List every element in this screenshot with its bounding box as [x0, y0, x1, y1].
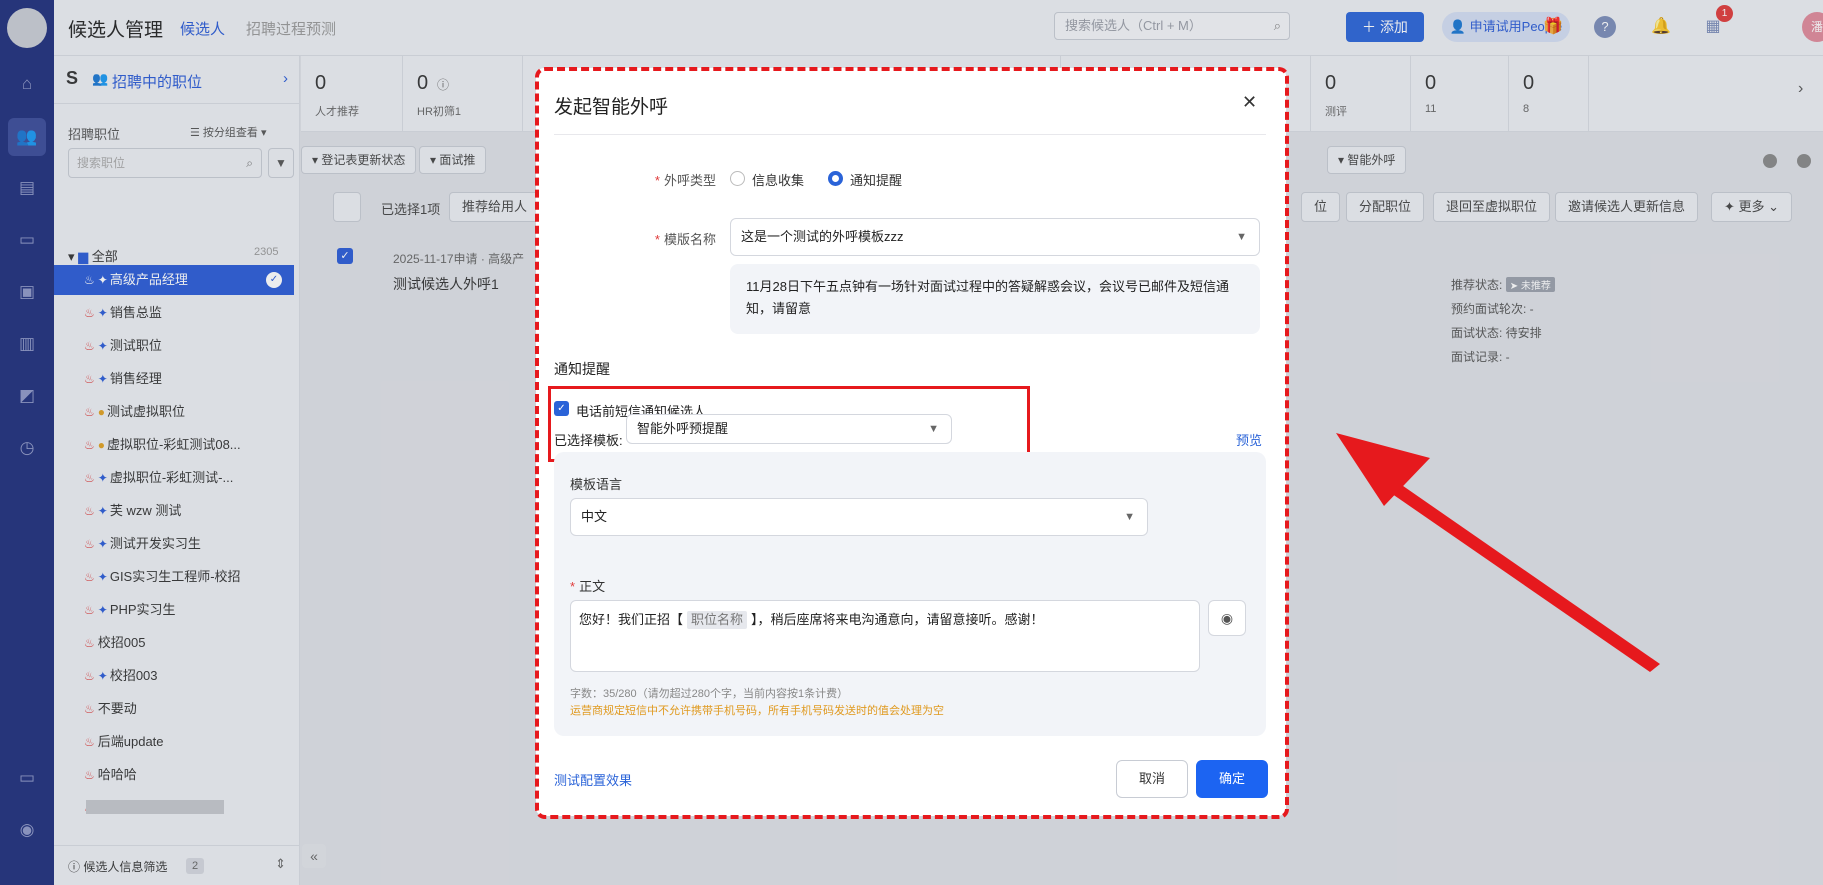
sms-template-select[interactable]: 智能外呼预提醒 ▼	[626, 414, 952, 444]
carrier-warning: 运营商规定短信中不允许携带手机号码，所有手机号码发送时的值会处理为空	[570, 705, 944, 717]
app-root: ⌂ 👥 ▤ ▭ ▣ ▥ ◩ ◷ ▭ ◉ 候选人管理 候选人 招聘过程预测 搜索候…	[0, 0, 1823, 885]
body-label: * 正文	[570, 576, 605, 595]
radio-circle	[828, 171, 843, 186]
body-text-after: 】，稍后座席将来电沟通意向，请留意接听。感谢！	[751, 612, 1044, 627]
caret-down-icon: ▼	[928, 423, 939, 435]
body-textarea[interactable]: 您好！我们正招【 职位名称 】，稍后座席将来电沟通意向，请留意接听。感谢！	[570, 600, 1200, 672]
template-name-label-text: 模版名称	[663, 232, 716, 247]
radio-info-collect-label: 信息收集	[752, 173, 805, 188]
template-language-label: 模板语言	[570, 477, 623, 492]
required-mark: *	[654, 232, 660, 247]
selected-template-label: 已选择模板:	[554, 433, 623, 448]
radio-circle	[730, 171, 745, 186]
radio-info-collect[interactable]: 信息收集	[730, 170, 804, 189]
call-type-label-text: 外呼类型	[663, 173, 716, 188]
position-name-chip[interactable]: 职位名称	[687, 611, 748, 629]
body-label-text: 正文	[579, 579, 606, 594]
modal-divider	[554, 134, 1266, 135]
required-mark: *	[654, 173, 660, 188]
char-count: 字数：35/280（请勿超过280个字，当前内容按1条计费）	[570, 688, 849, 700]
close-icon[interactable]: ✕	[1242, 92, 1257, 113]
modal-title: 发起智能外呼	[554, 97, 669, 118]
template-info-box: 11月28日下午五点钟有一场针对面试过程中的答疑解惑会议，会议号已邮件及短信通知…	[730, 264, 1260, 334]
template-language-value: 中文	[581, 509, 608, 524]
template-name-select[interactable]: 这是一个测试的外呼模板zzz ▼	[730, 218, 1260, 256]
radio-notify-label: 通知提醒	[850, 173, 903, 188]
eye-icon[interactable]: ◉	[1208, 600, 1246, 636]
body-text-before: 您好！我们正招【	[579, 612, 684, 627]
test-config-link[interactable]: 测试配置效果	[554, 770, 632, 789]
template-language-select[interactable]: 中文 ▼	[570, 498, 1148, 536]
smart-call-modal: 发起智能外呼 ✕ * 外呼类型 信息收集 通知提醒 * 模版名称 这是一个测试的外呼…	[536, 68, 1286, 816]
caret-down-icon: ▼	[1236, 231, 1247, 243]
sms-checkbox[interactable]: ✓	[554, 401, 569, 416]
sms-template-panel: 模板语言 中文 ▼ * 正文 您好！我们正招【 职位名称 】，稍后座席将来电沟通意向，请…	[554, 452, 1266, 736]
sms-template-value: 智能外呼预提醒	[637, 421, 729, 436]
required-mark: *	[570, 579, 576, 594]
call-type-label: * 外呼类型	[636, 170, 716, 189]
template-name-value: 这是一个测试的外呼模板zzz	[741, 229, 904, 244]
preview-link[interactable]: 预览	[1236, 430, 1262, 449]
cancel-button[interactable]: 取消	[1116, 760, 1188, 798]
caret-down-icon: ▼	[1124, 511, 1135, 523]
notify-section-title: 通知提醒	[554, 361, 610, 377]
confirm-button[interactable]: 确定	[1196, 760, 1268, 798]
radio-notify[interactable]: 通知提醒	[828, 170, 902, 189]
template-name-label: * 模版名称	[636, 229, 716, 248]
